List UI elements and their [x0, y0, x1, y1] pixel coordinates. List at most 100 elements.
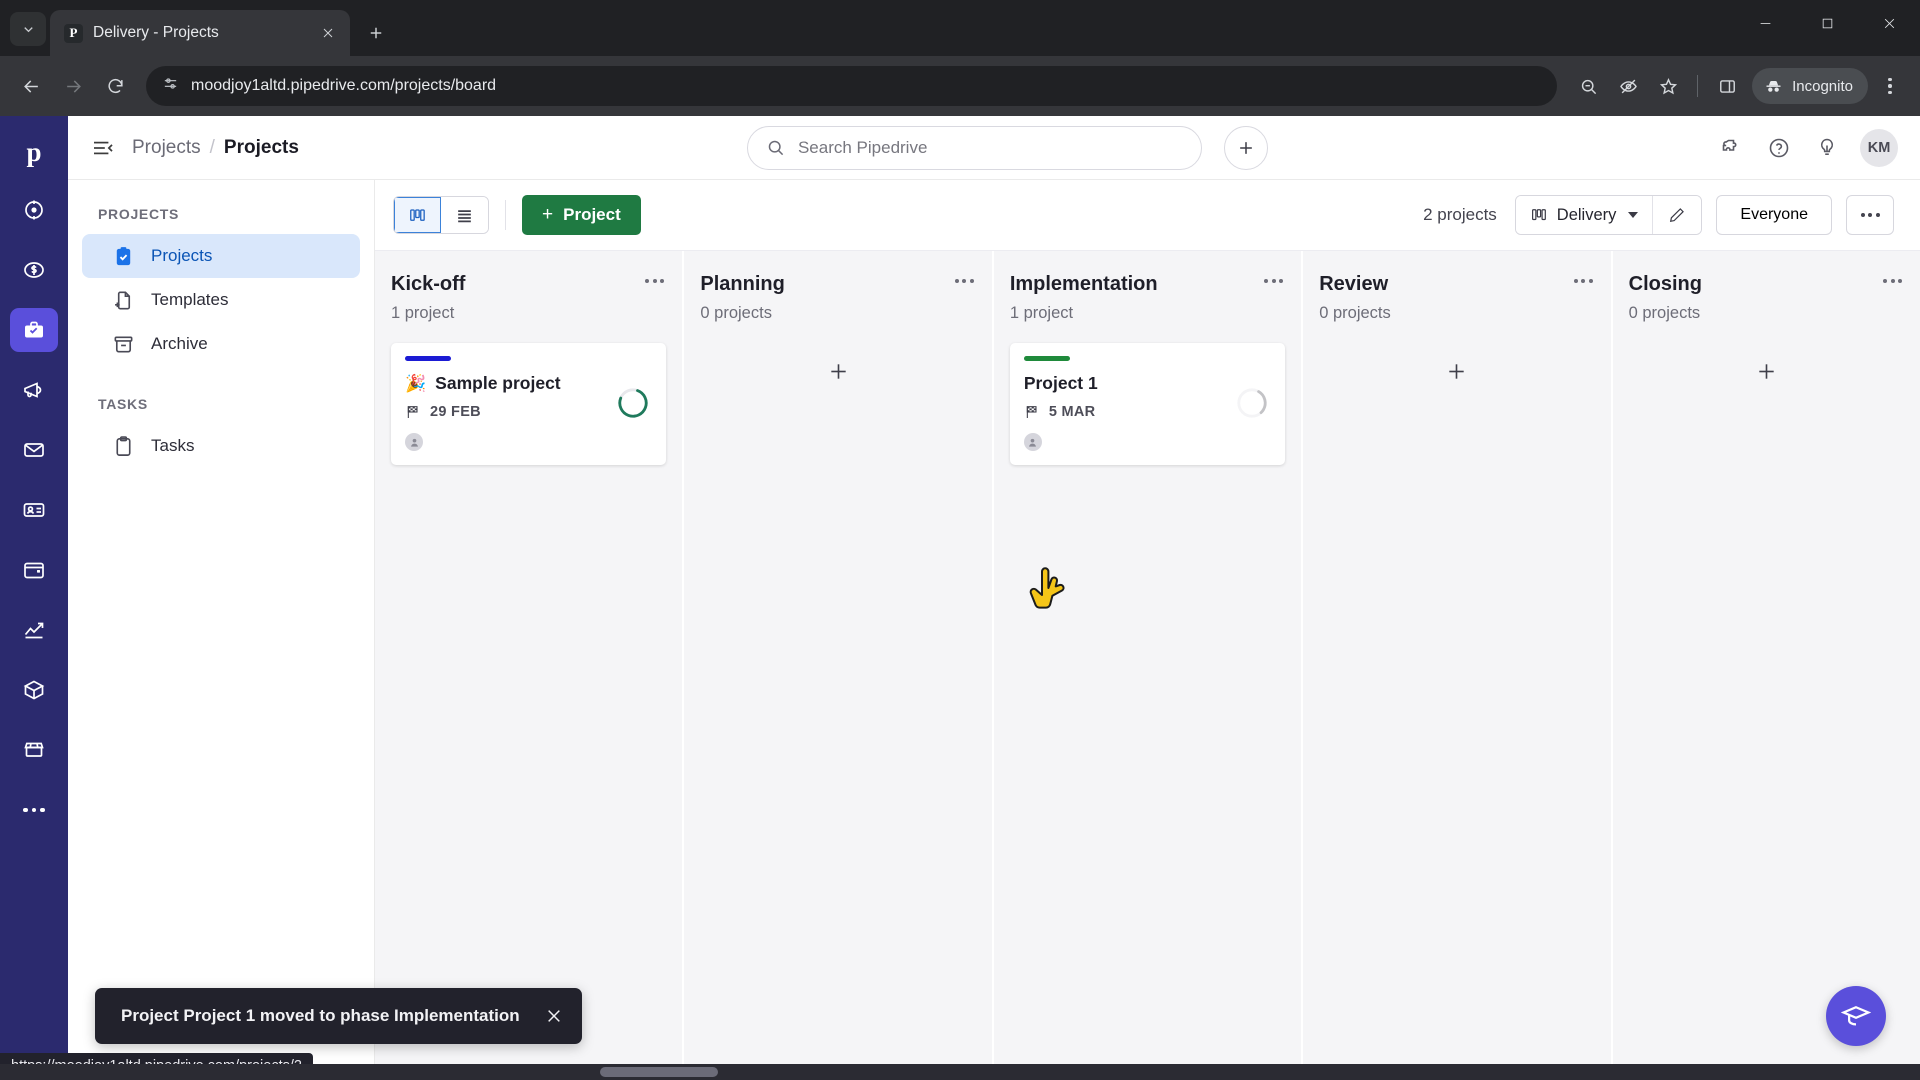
- browser-tab[interactable]: P Delivery - Projects: [50, 10, 350, 56]
- card-title: Project 1: [1023, 373, 1098, 393]
- sidebar-item-label: Tasks: [151, 436, 195, 455]
- browser-tab-strip: P Delivery - Projects: [0, 0, 1920, 56]
- pipedrive-logo[interactable]: p: [12, 132, 56, 172]
- plus-icon: [1759, 363, 1774, 379]
- reload-button[interactable]: [96, 67, 134, 105]
- rail-item-projects[interactable]: [10, 308, 58, 352]
- new-tab-button[interactable]: [359, 16, 393, 50]
- ellipsis-dot: [1890, 279, 1895, 283]
- zoom-out-button[interactable]: [1569, 67, 1607, 105]
- global-search[interactable]: [746, 125, 1202, 170]
- toast-close-button[interactable]: [546, 1008, 562, 1024]
- forward-button[interactable]: [54, 67, 92, 105]
- card-assignee-avatar[interactable]: [405, 433, 423, 451]
- tab-search-dropdown-button[interactable]: [10, 12, 46, 46]
- close-window-button[interactable]: [1858, 0, 1920, 46]
- graduation-cap-icon: [1841, 1006, 1871, 1026]
- sidebar-item-label: Archive: [151, 334, 208, 353]
- ellipsis-dot: [1868, 213, 1872, 217]
- rail-item-deals[interactable]: [10, 248, 58, 292]
- search-icon: [768, 140, 784, 156]
- ellipsis-dot: [954, 279, 959, 283]
- browser-window: P Delivery - Projects moodjoy1altd.piped…: [0, 0, 1920, 1080]
- scrollbar-thumb[interactable]: [600, 1067, 718, 1077]
- board-view-icon: [410, 208, 425, 221]
- sidebar-item-templates[interactable]: Templates: [82, 278, 360, 322]
- column-header: Closing 0 projects: [1629, 273, 1904, 323]
- search-input[interactable]: [797, 137, 1183, 158]
- sidebar-item-tasks[interactable]: Tasks: [82, 424, 360, 468]
- column-menu-button[interactable]: [1262, 273, 1285, 289]
- board-view-icon: [1531, 209, 1546, 221]
- rail-item-products[interactable]: [10, 668, 58, 712]
- card-due-date-label: 5 MAR: [1048, 404, 1096, 420]
- tracking-protection-button[interactable]: [1609, 67, 1647, 105]
- address-bar[interactable]: moodjoy1altd.pipedrive.com/projects/boar…: [146, 66, 1558, 106]
- ellipsis-dot: [1271, 279, 1276, 283]
- column-menu-button[interactable]: [1572, 273, 1595, 289]
- site-settings-icon[interactable]: [162, 75, 179, 97]
- add-project-to-column-button[interactable]: [700, 349, 975, 393]
- column-menu-button[interactable]: [643, 273, 666, 289]
- user-avatar[interactable]: KM: [1860, 128, 1898, 167]
- rail-item-marketplace[interactable]: [10, 728, 58, 772]
- browser-toolbar: moodjoy1altd.pipedrive.com/projects/boar…: [0, 56, 1920, 116]
- column-menu-button[interactable]: [953, 273, 976, 289]
- person-icon: [1029, 438, 1037, 447]
- side-panel-button[interactable]: [1708, 67, 1746, 105]
- maximize-icon: [1822, 18, 1832, 28]
- tab-close-button[interactable]: [316, 21, 340, 45]
- column-menu-button[interactable]: [1881, 273, 1904, 289]
- add-project-to-column-button[interactable]: [1629, 349, 1904, 393]
- back-button[interactable]: [12, 67, 50, 105]
- minimize-button[interactable]: [1734, 0, 1796, 46]
- academy-fab-button[interactable]: [1826, 986, 1886, 1046]
- board-toolbar: + Project 2 projects Delivery Everyone: [375, 180, 1920, 250]
- ellipsis-dot: [660, 279, 665, 283]
- rail-item-leads[interactable]: [10, 188, 58, 232]
- person-icon: [410, 438, 418, 447]
- rail-item-calendar[interactable]: [10, 548, 58, 592]
- quick-add-button[interactable]: [1223, 125, 1268, 170]
- breadcrumb-root[interactable]: Projects: [132, 137, 201, 159]
- envelope-icon: [24, 443, 44, 457]
- sidebar-item-projects[interactable]: Projects: [82, 234, 360, 278]
- card-progress-ring: [618, 388, 649, 418]
- maximize-button[interactable]: [1796, 0, 1858, 46]
- apps-button[interactable]: [1716, 133, 1746, 163]
- megaphone-icon: [24, 382, 42, 398]
- view-toggle-list[interactable]: [441, 197, 488, 233]
- help-button[interactable]: [1764, 133, 1794, 163]
- rail-item-campaigns[interactable]: [10, 368, 58, 412]
- header-center: [299, 125, 1716, 170]
- toast-notification: Project Project 1 moved to phase Impleme…: [95, 988, 582, 1044]
- card-color-bar: [405, 356, 451, 361]
- add-project-button[interactable]: + Project: [522, 195, 641, 235]
- collapse-sidebar-button[interactable]: [90, 135, 116, 161]
- board-selector[interactable]: Delivery: [1515, 196, 1653, 234]
- window-controls: [1734, 0, 1920, 46]
- add-project-to-column-button[interactable]: [1319, 349, 1594, 393]
- view-toggle-board[interactable]: [394, 197, 441, 233]
- card-assignee-avatar[interactable]: [1023, 433, 1042, 451]
- rail-item-contacts[interactable]: [10, 488, 58, 532]
- checkered-flag-icon: [1026, 406, 1037, 418]
- sidebar-item-archive[interactable]: Archive: [82, 322, 360, 366]
- filter-selector[interactable]: Everyone: [1716, 195, 1832, 235]
- bookmark-button[interactable]: [1649, 67, 1687, 105]
- board-area: + Project 2 projects Delivery Everyone K…: [375, 180, 1920, 1080]
- column-title: Planning: [700, 273, 785, 295]
- rail-item-more[interactable]: [10, 788, 58, 832]
- rail-item-insights[interactable]: [10, 608, 58, 652]
- board-more-button[interactable]: [1846, 195, 1894, 235]
- edit-board-button[interactable]: [1653, 196, 1702, 234]
- tips-button[interactable]: [1812, 133, 1842, 163]
- project-card[interactable]: 🎉 Sample project 29 FEB: [391, 343, 667, 465]
- rail-item-mail[interactable]: [10, 428, 58, 472]
- plus-icon: [1240, 141, 1252, 154]
- project-card[interactable]: Project 1 5 MAR: [1009, 343, 1286, 465]
- browser-menu-button[interactable]: [1872, 68, 1908, 104]
- horizontal-scrollbar[interactable]: [0, 1064, 1920, 1080]
- card-due-date: 5 MAR: [1024, 404, 1271, 420]
- incognito-indicator[interactable]: Incognito: [1752, 68, 1868, 104]
